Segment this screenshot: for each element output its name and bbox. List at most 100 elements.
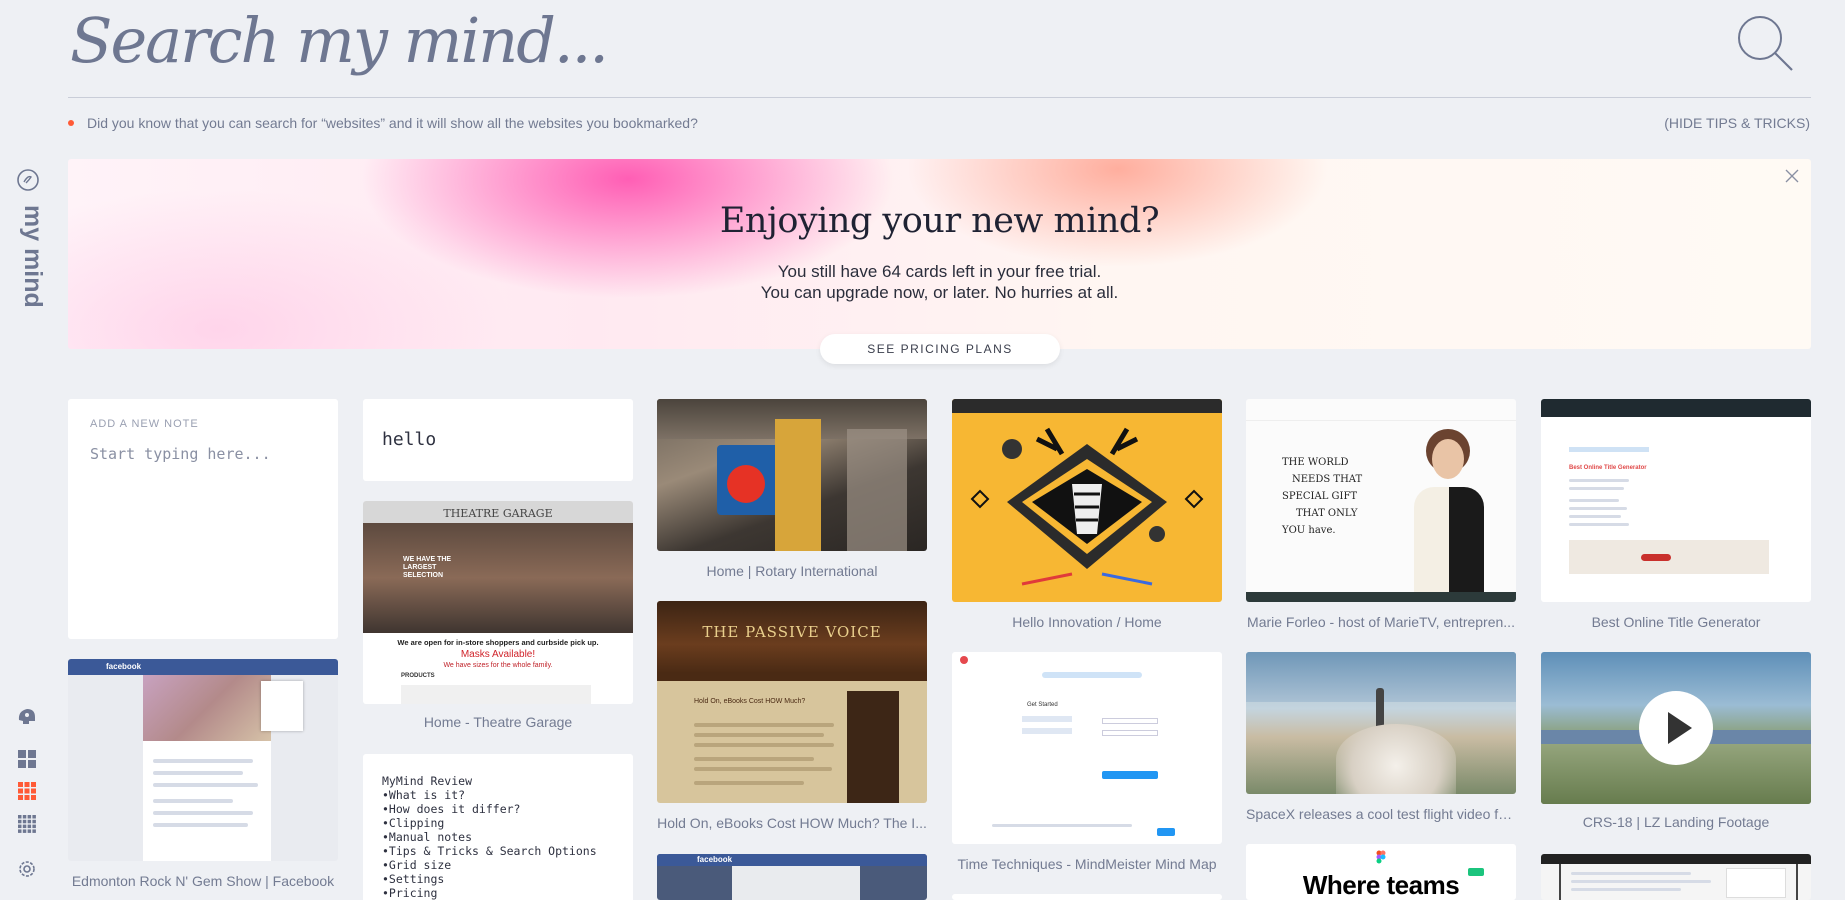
- marie-forleo-thumbnail[interactable]: THE WORLD NEEDS THAT SPECIAL GIFT THAT O…: [1246, 399, 1516, 602]
- partial-thumbnail[interactable]: [952, 894, 1222, 900]
- passive-logo: THE PASSIVE VOICE: [702, 623, 882, 641]
- hide-tips-link[interactable]: (HIDE TIPS & TRICKS): [1664, 115, 1810, 131]
- add-note-label: ADD A NEW NOTE: [90, 418, 199, 430]
- rotary-thumbnail[interactable]: [657, 399, 927, 551]
- article-author-box: [1726, 868, 1786, 898]
- review-line: •Tips & Tricks & Search Options: [382, 844, 597, 858]
- review-line: •Settings: [382, 872, 445, 886]
- forleo-dress: [1414, 487, 1484, 602]
- see-pricing-button[interactable]: SEE PRICING PLANS: [820, 334, 1060, 364]
- mindmeister-google-button: [1022, 716, 1072, 722]
- mindmeister-chat-button: [1157, 828, 1175, 836]
- theatre-hero-text: WE HAVE THE LARGEST SELECTION: [403, 556, 452, 579]
- search-icon[interactable]: [1736, 14, 1794, 72]
- passive-heading: Hold On, eBooks Cost HOW Much?: [694, 698, 806, 705]
- title-generator-thumbnail[interactable]: Best Online Title Generator: [1541, 399, 1811, 602]
- play-icon[interactable]: [1638, 690, 1714, 766]
- forleo-quote-line: YOU have.: [1282, 525, 1336, 536]
- facebook-thumbnail[interactable]: facebook: [68, 659, 338, 861]
- search-input[interactable]: Search my mind...: [70, 4, 609, 77]
- title-gen-submit: [1641, 554, 1671, 561]
- facebook-login-box: [261, 681, 303, 731]
- theatre-garage-thumbnail[interactable]: THEATRE GARAGE WE HAVE THE LARGEST SELEC…: [363, 501, 633, 704]
- facebook-thumbnail-2[interactable]: facebook: [657, 854, 927, 900]
- banner-title: Enjoying your new mind?: [719, 201, 1160, 241]
- mindmeister-logo: [960, 656, 968, 664]
- mindmeister-signup-button: [1102, 771, 1158, 779]
- theatre-products: PRODUCTS: [401, 673, 435, 679]
- theatre-product-strip: [401, 685, 591, 704]
- review-note-card[interactable]: MyMind Review •What is it? •How does it …: [363, 754, 633, 900]
- theatre-open: We are open for in-store shoppers and cu…: [397, 638, 599, 647]
- passive-voice-thumbnail[interactable]: THE PASSIVE VOICE Hold On, eBooks Cost H…: [657, 601, 927, 803]
- close-icon[interactable]: [1785, 169, 1799, 183]
- review-line: •Pricing: [382, 886, 438, 900]
- theatre-logo: THEATRE GARAGE: [443, 507, 553, 520]
- tip-text: Did you know that you can search for “we…: [87, 115, 698, 131]
- trial-banner: Enjoying your new mind? You still have 6…: [68, 159, 1811, 364]
- mindmeister-email-field: [1102, 718, 1158, 724]
- forleo-footer: [1246, 592, 1516, 602]
- forleo-quote-line: THAT ONLY: [1296, 508, 1358, 519]
- caption-spacex: SpaceX releases a cool test flight video…: [1246, 806, 1516, 822]
- forleo-quote-line: NEEDS THAT: [1292, 474, 1363, 485]
- forleo-quote-line: SPECIAL GIFT: [1282, 491, 1358, 502]
- banner-line-2: You can upgrade now, or later. No hurrie…: [760, 283, 1119, 302]
- passive-nav: [657, 673, 927, 681]
- mindmeister-heading: Get Started: [1027, 702, 1058, 708]
- article-nav: [1541, 854, 1811, 864]
- deer-illustration: [952, 399, 1222, 586]
- caption-rotary: Home | Rotary International: [706, 563, 878, 579]
- review-line: •How does it differ?: [382, 802, 521, 816]
- caption-passive-voice: Hold On, eBooks Cost HOW Much? The I...: [657, 815, 927, 831]
- facebook-logo: facebook: [106, 662, 142, 671]
- mind-logo-icon[interactable]: [16, 168, 40, 192]
- grid-medium-icon[interactable]: [16, 780, 38, 802]
- forleo-quote: THE WORLD NEEDS THAT SPECIAL GIFT THAT O…: [1282, 454, 1362, 539]
- title-gen-tabs: [1569, 447, 1649, 452]
- caption-theatre: Home - Theatre Garage: [423, 714, 573, 730]
- crs18-thumbnail[interactable]: [1541, 652, 1811, 804]
- mindmeister-password-field: [1102, 730, 1158, 736]
- hello-innovation-thumbnail[interactable]: [952, 399, 1222, 602]
- figma-cursor-tag: [1468, 868, 1484, 876]
- review-line: MyMind Review: [382, 774, 473, 788]
- mindmeister-facebook-button: [1022, 728, 1072, 734]
- brand-wordmark[interactable]: my mind: [18, 205, 47, 308]
- caption-mindmeister: Time Techniques - MindMeister Mind Map: [957, 856, 1217, 872]
- add-note-card[interactable]: ADD A NEW NOTE: [68, 399, 338, 639]
- spacex-thumbnail[interactable]: [1246, 652, 1516, 794]
- caption-crs18: CRS-18 | LZ Landing Footage: [1582, 814, 1770, 830]
- facebook-logo-2: facebook: [697, 855, 733, 864]
- rotary-crowd: [847, 429, 907, 551]
- hello-note-card[interactable]: hello: [363, 399, 633, 481]
- review-line: •Grid size: [382, 858, 452, 872]
- mindmeister-thumbnail[interactable]: Get Started: [952, 652, 1222, 844]
- review-note-list: MyMind Review •What is it? •How does it …: [382, 774, 597, 900]
- caption-facebook: Edmonton Rock N' Gem Show | Facebook: [71, 873, 335, 889]
- caption-title-generator: Best Online Title Generator: [1591, 614, 1761, 630]
- article-thumbnail[interactable]: [1541, 854, 1811, 900]
- rotary-polio-badge: [727, 465, 765, 503]
- search-divider: [68, 97, 1811, 98]
- passive-sidebar: [847, 691, 899, 803]
- forleo-face: [1432, 439, 1464, 479]
- settings-icon[interactable]: [16, 858, 38, 880]
- rotary-vest: [775, 419, 821, 551]
- left-rail: my mind: [0, 0, 58, 900]
- grid-small-icon[interactable]: [16, 813, 38, 835]
- tip-bullet: [68, 120, 74, 126]
- review-line: •Clipping: [382, 816, 445, 830]
- note-input[interactable]: [90, 445, 316, 463]
- theatre-sizes: We have sizes for the whole family.: [443, 662, 553, 669]
- grid-large-icon[interactable]: [16, 748, 38, 770]
- caption-hello-innovation: Hello Innovation / Home: [1012, 614, 1162, 630]
- brain-icon[interactable]: [16, 705, 38, 727]
- review-line: •Manual notes: [382, 830, 473, 844]
- article-sidebar-edge-right: [1796, 864, 1798, 900]
- review-line: •What is it?: [382, 788, 466, 802]
- article-sidebar-edge: [1559, 864, 1561, 900]
- hello-note-text: hello: [382, 429, 437, 450]
- mindmeister-banner: [1042, 672, 1142, 678]
- figma-thumbnail[interactable]: Where teams: [1246, 844, 1516, 900]
